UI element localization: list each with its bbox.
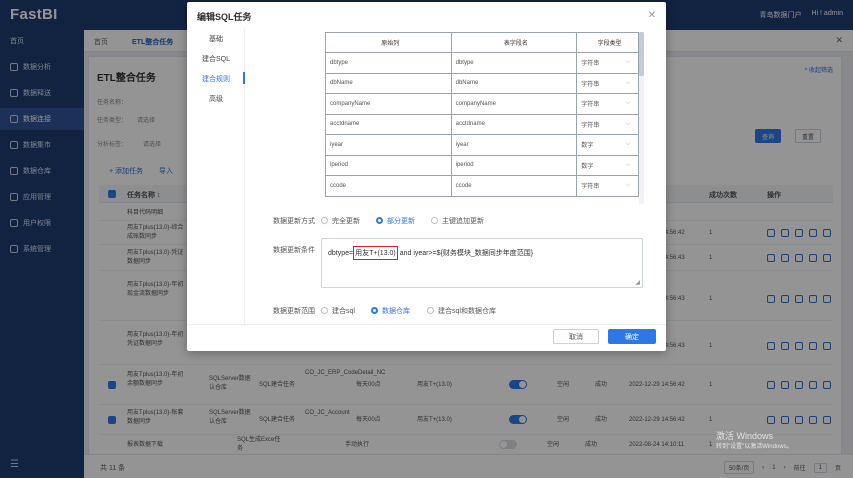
range-label: 数据更新范围: [273, 308, 315, 315]
source-column-text: dbName: [330, 80, 353, 87]
range-warehouse-label[interactable]: 数据仓库: [382, 306, 410, 316]
mapping-row: acctdname acctdname 字符串 ⌵: [325, 113, 639, 135]
field-type[interactable]: 字符串 ⌵: [576, 175, 639, 197]
chevron-down-icon[interactable]: ⌵: [625, 162, 630, 169]
field-type[interactable]: 字符串 ⌵: [576, 113, 639, 135]
col-field: 表字段名: [450, 32, 578, 53]
mapping-row: ccode ccode 字符串 ⌵: [325, 175, 639, 197]
radio-range-warehouse[interactable]: [371, 307, 378, 314]
source-column-text: iyear: [330, 141, 344, 148]
source-column: dbName: [325, 72, 452, 94]
watermark-sub: 转到"设置"以激活Windows。: [716, 444, 793, 450]
mapping-row: companyName companyName 字符串 ⌵: [325, 93, 639, 115]
field-name-text: companyName: [455, 100, 496, 107]
source-column: ccode: [325, 175, 452, 197]
source-column: iyear: [325, 134, 452, 156]
radio-partial-update[interactable]: [376, 217, 383, 224]
source-column-text: acctdname: [330, 121, 360, 128]
condition-highlight: 用友T+(13.0): [353, 246, 398, 260]
field-type[interactable]: 字符串 ⌵: [576, 52, 639, 74]
windows-watermark: 激活 Windows 转到"设置"以激活Windows。: [716, 431, 793, 453]
field-name-text: ccode: [455, 182, 472, 189]
chevron-down-icon[interactable]: ⌵: [625, 59, 630, 66]
dialog-footer: 取消 确定: [187, 324, 666, 351]
radio-range-sql[interactable]: [321, 307, 328, 314]
field-name-text: iyear: [455, 141, 469, 148]
dialog-title: 编辑SQL任务: [197, 12, 252, 22]
close-icon[interactable]: ✕: [648, 10, 656, 21]
source-column-text: companyName: [330, 100, 371, 107]
field-type[interactable]: 数字 ⌵: [576, 154, 639, 176]
chevron-down-icon[interactable]: ⌵: [625, 80, 630, 87]
field-type-text: 数字: [581, 143, 594, 150]
nav-sql[interactable]: 建合SQL: [187, 54, 245, 64]
nav-rules[interactable]: 建合规则: [187, 74, 245, 84]
nav-basic[interactable]: 基础: [187, 34, 245, 44]
chevron-down-icon[interactable]: ⌵: [625, 182, 630, 189]
field-name[interactable]: dbtype: [450, 52, 578, 74]
field-type-text: 字符串: [581, 184, 600, 191]
mapping-rows: dbtype dbtype 字符串 ⌵ dbName dbName 字符串 ⌵ companyN…: [325, 52, 639, 197]
condition-label: 数据更新条件: [273, 247, 315, 254]
source-column-text: dbtype: [330, 59, 349, 66]
nav-advanced[interactable]: 高级: [187, 94, 245, 104]
confirm-button[interactable]: 确定: [608, 329, 656, 344]
cancel-button[interactable]: 取消: [553, 329, 599, 344]
source-column-text: ccode: [330, 182, 347, 189]
mapping-row: dbName dbName 字符串 ⌵: [325, 72, 639, 94]
col-type: 字段类型: [576, 32, 639, 53]
resize-handle-icon[interactable]: ◢: [635, 279, 640, 286]
condition-textarea[interactable]: dbtype= 用友T+(13.0) and iyear>=${财务模块_数据同步…: [321, 238, 643, 288]
field-name-text: dbName: [455, 80, 479, 87]
mapping-row: iperiod iperiod 数字 ⌵: [325, 154, 639, 176]
source-column: iperiod: [325, 154, 452, 176]
field-type-text: 字符串: [581, 81, 600, 88]
col-source: 原始列: [325, 32, 452, 53]
field-type-text: 字符串: [581, 122, 600, 129]
field-type-text: 数字: [581, 163, 594, 170]
field-name-text: dbtype: [455, 59, 474, 66]
chevron-down-icon[interactable]: ⌵: [625, 141, 630, 148]
full-update-label[interactable]: 完全更新: [332, 216, 360, 226]
field-type[interactable]: 字符串 ⌵: [576, 72, 639, 94]
mapping-row: dbtype dbtype 字符串 ⌵: [325, 52, 639, 74]
edit-sql-dialog: 编辑SQL任务 ✕ 基础 建合SQL 建合规则 高级 原始列 表字段名 字段类型…: [187, 2, 666, 351]
field-name[interactable]: dbName: [450, 72, 578, 94]
table-scroll-thumb[interactable]: [639, 32, 644, 76]
key-append-label[interactable]: 主键追加更新: [442, 216, 484, 226]
dialog-nav: 基础 建合SQL 建合规则 高级: [187, 28, 245, 324]
radio-key-append[interactable]: [431, 217, 438, 224]
field-name[interactable]: companyName: [450, 93, 578, 115]
field-mapping-table: 原始列 表字段名 字段类型 dbtype dbtype 字符串 ⌵ dbName dbNa…: [325, 32, 639, 197]
field-name-text: acctdname: [455, 121, 485, 128]
mapping-row: iyear iyear 数字 ⌵: [325, 134, 639, 156]
radio-full-update[interactable]: [321, 217, 328, 224]
field-name-text: iperiod: [455, 162, 474, 169]
field-name[interactable]: iperiod: [450, 154, 578, 176]
chevron-down-icon[interactable]: ⌵: [625, 121, 630, 128]
condition-suffix: and iyear>=${财务模块_数据同步年度范围}: [397, 250, 534, 257]
radio-range-both[interactable]: [427, 307, 434, 314]
watermark-title: 激活 Windows: [716, 431, 774, 441]
field-type-text: 字符串: [581, 102, 600, 109]
range-both-label[interactable]: 建合sql和数据仓库: [438, 306, 496, 316]
source-column: companyName: [325, 93, 452, 115]
source-column: dbtype: [325, 52, 452, 74]
field-type[interactable]: 数字 ⌵: [576, 134, 639, 156]
condition-prefix: dbtype=: [328, 250, 354, 257]
field-type-text: 字符串: [581, 61, 600, 68]
source-column-text: iperiod: [330, 162, 349, 169]
field-name[interactable]: acctdname: [450, 113, 578, 135]
condition-text: dbtype= 用友T+(13.0) and iyear>=${财务模块_数据同步…: [328, 246, 533, 260]
partial-update-label[interactable]: 部分更新: [387, 216, 415, 226]
chevron-down-icon[interactable]: ⌵: [625, 100, 630, 107]
nav-active-indicator: [243, 72, 245, 84]
field-name[interactable]: iyear: [450, 134, 578, 156]
field-type[interactable]: 字符串 ⌵: [576, 93, 639, 115]
update-mode-label: 数据更新方式: [273, 218, 315, 225]
range-sql-label[interactable]: 建合sql: [332, 306, 355, 316]
source-column: acctdname: [325, 113, 452, 135]
field-name[interactable]: ccode: [450, 175, 578, 197]
